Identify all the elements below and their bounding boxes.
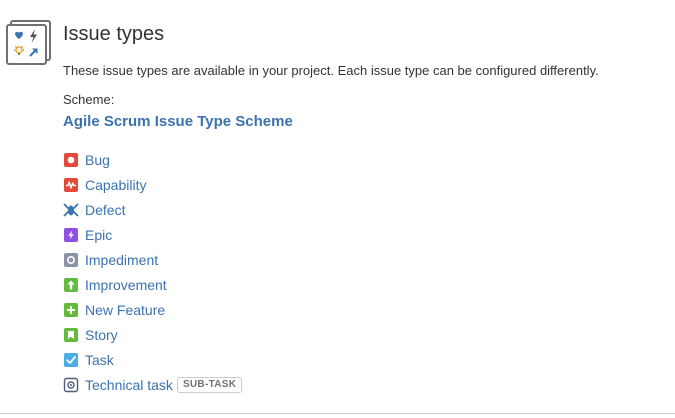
issue-type-link[interactable]: Improvement bbox=[85, 276, 167, 294]
task-icon bbox=[64, 352, 78, 367]
issue-type-link[interactable]: Task bbox=[85, 351, 114, 369]
issue-types-page: Issue types These issue types are availa… bbox=[0, 0, 675, 418]
issue-type-link[interactable]: Capability bbox=[85, 176, 146, 194]
story-icon bbox=[64, 327, 78, 342]
page-title: Issue types bbox=[63, 23, 165, 45]
impediment-icon bbox=[64, 252, 78, 267]
issue-type-capability: Capability bbox=[63, 172, 663, 197]
page-description: These issue types are available in your … bbox=[63, 63, 599, 78]
issue-type-task: Task bbox=[63, 347, 663, 372]
bug-icon bbox=[64, 152, 78, 167]
scheme-link[interactable]: Agile Scrum Issue Type Scheme bbox=[63, 112, 293, 132]
issue-type-link[interactable]: Impediment bbox=[85, 251, 158, 269]
issue-type-technical-task: Technical task SUB-TASK bbox=[63, 372, 663, 397]
scheme-label: Scheme: bbox=[63, 92, 115, 107]
improvement-icon bbox=[64, 277, 78, 292]
issue-type-epic: Epic bbox=[63, 222, 663, 247]
issue-type-improvement: Improvement bbox=[63, 272, 663, 297]
issue-type-list: Bug Capability Defect Epic Impediment Im… bbox=[63, 147, 663, 397]
issue-type-link[interactable]: Bug bbox=[85, 151, 110, 169]
issue-type-new-feature: New Feature bbox=[63, 297, 663, 322]
issue-types-icon bbox=[6, 20, 51, 65]
defect-icon bbox=[63, 202, 79, 217]
issue-type-defect: Defect bbox=[63, 197, 663, 222]
subtask-badge: SUB-TASK bbox=[176, 376, 243, 393]
issue-type-link[interactable]: Epic bbox=[85, 226, 112, 244]
issue-type-story: Story bbox=[63, 322, 663, 347]
issue-type-link[interactable]: Technical task bbox=[85, 376, 173, 394]
issue-type-link[interactable]: Story bbox=[85, 326, 118, 344]
issue-type-bug: Bug bbox=[63, 147, 663, 172]
issue-type-impediment: Impediment bbox=[63, 247, 663, 272]
issue-type-link[interactable]: Defect bbox=[85, 201, 125, 219]
issue-type-link[interactable]: New Feature bbox=[85, 301, 165, 319]
issue-types-content: Issue types These issue types are availa… bbox=[63, 20, 663, 397]
epic-icon bbox=[64, 227, 78, 242]
bottom-divider bbox=[0, 413, 675, 414]
capability-icon bbox=[64, 177, 78, 192]
new-feature-icon bbox=[64, 302, 78, 317]
technical-task-icon bbox=[63, 377, 79, 392]
